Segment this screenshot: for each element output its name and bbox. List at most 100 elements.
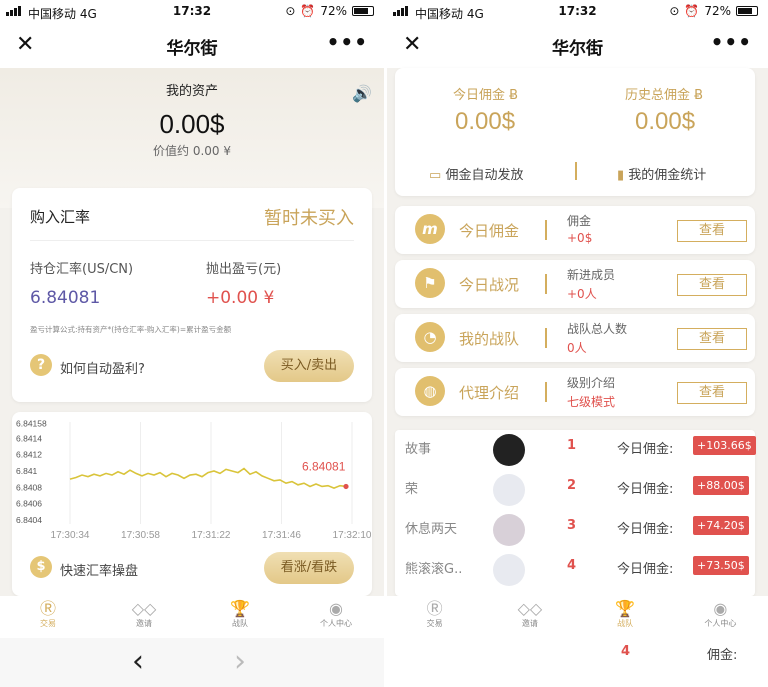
nav-bar: ✕ 华尔街 ••• xyxy=(387,24,768,68)
m-icon: m xyxy=(415,214,445,244)
y-tick-label: 6.8414 xyxy=(16,433,42,443)
close-icon[interactable]: ✕ xyxy=(16,32,34,57)
close-icon[interactable]: ✕ xyxy=(403,32,421,57)
speaker-icon[interactable]: 🔊 xyxy=(352,84,372,103)
row-value: 0人 xyxy=(567,341,587,355)
quick-label[interactable]: 快速汇率操盘 xyxy=(60,560,138,579)
leader-row[interactable]: 荣 2 今日佣金: +88.00$ xyxy=(395,474,755,514)
leader-rank: 3 xyxy=(567,518,577,533)
view-button[interactable]: 查看 xyxy=(677,220,747,242)
auto-payout[interactable]: ▭ 佣金自动发放 xyxy=(429,164,523,183)
x-tick-label: 17:30:34 xyxy=(51,530,90,541)
peek-rank: 4 xyxy=(621,644,631,659)
y-tick-label: 6.84158 xyxy=(16,419,47,429)
invite-icon: ◇◇ xyxy=(131,599,157,618)
last-point xyxy=(343,483,349,490)
today-commission-label: 今日佣金 Ƀ xyxy=(453,88,519,103)
tab-trade[interactable]: Ⓡ 交易 xyxy=(0,596,96,638)
row-divider xyxy=(545,220,547,240)
today-commission-value: 0.00$ xyxy=(455,108,516,135)
alarm-icon: ⏰ xyxy=(684,4,700,18)
pnl-value: +0.00 ¥ xyxy=(206,288,275,308)
vertical-divider xyxy=(575,162,577,180)
user-icon: ◉ xyxy=(713,599,728,618)
assets-approx: 价值约 0.00 ¥ xyxy=(153,144,231,158)
view-button[interactable]: 查看 xyxy=(677,382,747,404)
divider xyxy=(30,240,354,241)
help-icon[interactable]: ? xyxy=(30,354,52,376)
more-icon[interactable]: ••• xyxy=(711,30,752,54)
row-value: +0人 xyxy=(567,287,597,301)
row-title: 代理介绍 xyxy=(459,384,520,402)
y-tick-label: 6.8404 xyxy=(16,515,42,525)
more-icon[interactable]: ••• xyxy=(327,30,368,54)
trade-icon: Ⓡ xyxy=(39,599,56,618)
hold-value: 6.84081 xyxy=(30,288,101,308)
y-tick-label: 6.841 xyxy=(16,466,38,476)
formula-text: 盈亏计算公式:持有资产*(持仓汇率-购入汇率)=累计盈亏金额 xyxy=(30,325,232,334)
tab-trade[interactable]: Ⓡ 交易 xyxy=(387,596,482,638)
battery-icon xyxy=(352,6,374,16)
commission-card: 今日佣金 Ƀ 0.00$ 历史总佣金 Ƀ 0.00$ ▭ 佣金自动发放 ▮ 我的… xyxy=(395,68,755,196)
leader-label: 今日佣金: xyxy=(617,442,674,457)
left-screen: 中国移动 4G 17:32 ⊙ ⏰ 72% ✕ 华尔街 ••• 我的资产 0.00$… xyxy=(0,0,384,687)
avatar xyxy=(493,434,525,466)
row-divider xyxy=(545,328,547,348)
view-button[interactable]: 查看 xyxy=(677,328,747,350)
history-commission-value: 0.00$ xyxy=(635,108,696,135)
page-title: 华尔街 xyxy=(166,38,218,59)
leader-label: 今日佣金: xyxy=(617,522,674,537)
tab-invite[interactable]: ◇◇ 邀请 xyxy=(96,596,192,638)
x-tick-label: 17:30:58 xyxy=(121,530,160,541)
hold-label: 持仓汇率(US/CN) xyxy=(30,262,134,277)
leader-name: 熊滚滚G.. xyxy=(405,562,463,577)
commission-stats[interactable]: ▮ 我的佣金统计 xyxy=(617,164,706,183)
leader-row[interactable]: 休息两天 3 今日佣金: +74.20$ xyxy=(395,514,755,554)
back-icon[interactable]: ‹ xyxy=(132,644,144,679)
tab-profile[interactable]: ◉ 个人中心 xyxy=(288,596,384,638)
avatar xyxy=(493,514,525,546)
leader-rank: 2 xyxy=(567,478,577,493)
page-title: 华尔街 xyxy=(552,38,603,59)
status-bar: 中国移动 4G 17:32 ⊙ ⏰ 72% xyxy=(387,0,768,24)
browser-toolbar: ‹ › xyxy=(0,638,384,687)
assets-value: 0.00$ xyxy=(159,109,225,139)
row-sub: 新进成员 xyxy=(567,268,616,282)
leader-row[interactable]: 故事 1 今日佣金: +103.66$ xyxy=(395,434,756,474)
x-tick-label: 17:32:10 xyxy=(333,530,372,541)
tab-team[interactable]: 🏆 战队 xyxy=(578,596,673,638)
tab-bar: Ⓡ 交易 ◇◇ 邀请 🏆 战队 ◉ 个人中心 xyxy=(0,596,384,638)
leader-name: 荣 xyxy=(405,482,419,497)
buy-title: 购入汇率 xyxy=(30,208,91,226)
help-text[interactable]: 如何自动盈利? xyxy=(60,358,145,377)
row-value: 七级模式 xyxy=(567,395,616,409)
view-button[interactable]: 查看 xyxy=(677,274,747,296)
dollar-icon[interactable]: $ xyxy=(30,556,52,578)
trade-button[interactable]: 买入/卖出 xyxy=(264,350,354,382)
feature-row: ◍ 代理介绍 级别介绍 七级模式 查看 xyxy=(395,368,755,416)
tab-profile[interactable]: ◉ 个人中心 xyxy=(673,596,768,638)
feature-row: m 今日佣金 佣金 +0$ 查看 xyxy=(395,206,755,254)
tab-team[interactable]: 🏆 战队 xyxy=(192,596,288,638)
assets-block: 我的资产 0.00$ 价值约 0.00 ¥ xyxy=(0,80,384,159)
trade-icon: Ⓡ xyxy=(426,599,443,618)
coin-icon: Ƀ xyxy=(509,88,519,103)
bull-bear-button[interactable]: 看涨/看跌 xyxy=(264,552,354,584)
globe-icon: ◍ xyxy=(415,376,445,406)
leaderboard-peek: 4 佣金: xyxy=(387,638,768,687)
last-value-label: 6.84081 xyxy=(302,459,346,473)
lock-icon: ⊙ xyxy=(669,4,680,18)
feature-row: ⚑ 今日战况 新进成员 +0人 查看 xyxy=(395,260,755,308)
trophy-icon: 🏆 xyxy=(615,599,636,618)
row-divider xyxy=(545,382,547,402)
doc-icon: ▮ xyxy=(617,168,625,183)
row-sub: 佣金 xyxy=(567,214,592,228)
forward-icon[interactable]: › xyxy=(234,644,246,679)
chart-card: 6.84158 6.8414 6.8412 6.841 6.8408 6.8406 6.84… xyxy=(12,412,372,596)
row-value: +0$ xyxy=(567,231,593,245)
row-divider xyxy=(545,274,547,294)
battery-icon xyxy=(736,6,758,16)
battery-level: 72% xyxy=(320,4,347,18)
tab-invite[interactable]: ◇◇ 邀请 xyxy=(482,596,577,638)
leader-row[interactable]: 熊滚滚G.. 4 今日佣金: +73.50$ xyxy=(395,554,755,594)
